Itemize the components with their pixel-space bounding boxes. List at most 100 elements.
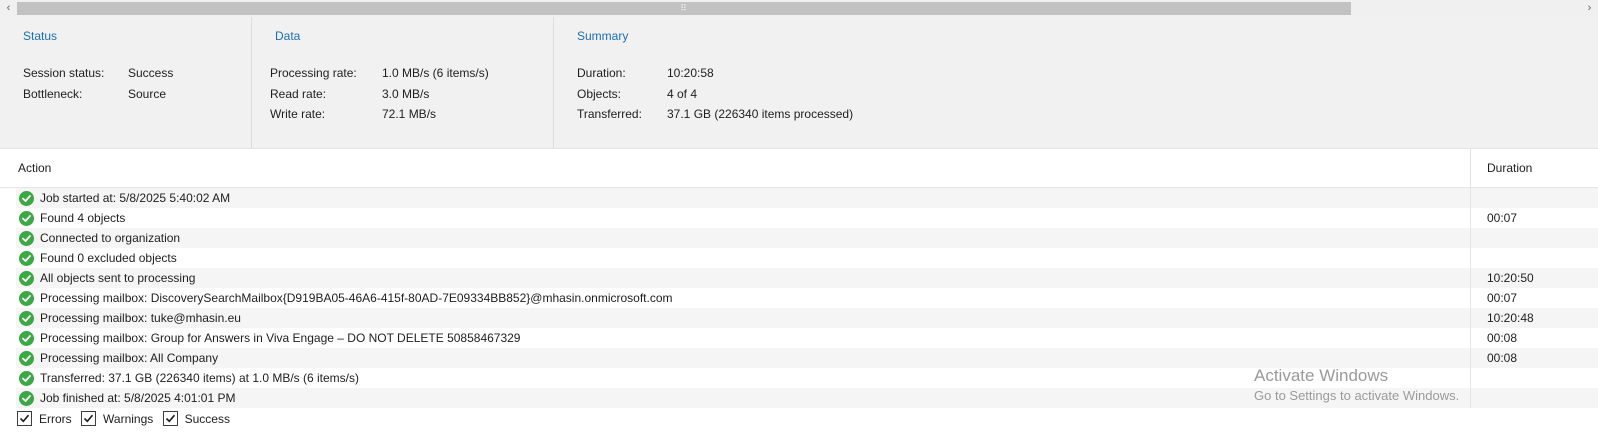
summary-heading: Summary: [577, 29, 629, 43]
table-row[interactable]: Found 4 objects 00:07: [16, 208, 1598, 228]
success-check-icon: [19, 291, 34, 306]
checkmark-icon: [19, 414, 30, 423]
row-column-divider: [1470, 208, 1471, 228]
success-check-icon: [19, 271, 34, 286]
processing-rate-row: Processing rate: 1.0 MB/s (6 items/s): [270, 63, 550, 83]
write-rate-value: 72.1 MB/s: [382, 107, 437, 121]
table-row[interactable]: Found 0 excluded objects: [16, 248, 1598, 268]
row-action-text: Found 4 objects: [40, 211, 126, 225]
objects-value: 4 of 4: [667, 87, 698, 101]
scroll-right-arrow-icon[interactable]: ›: [1581, 0, 1598, 17]
row-column-divider: [1470, 368, 1471, 388]
column-header-action[interactable]: Action: [18, 161, 51, 175]
table-row[interactable]: Processing mailbox: Group for Answers in…: [16, 328, 1598, 348]
status-section: Status Session status: Success Bottlenec…: [0, 17, 252, 148]
data-heading: Data: [275, 29, 301, 43]
row-action-text: Processing mailbox: Group for Answers in…: [40, 331, 521, 345]
row-duration-text: 00:07: [1487, 211, 1518, 225]
row-column-divider: [1470, 388, 1471, 408]
status-heading: Status: [23, 29, 58, 43]
row-column-divider: [1470, 248, 1471, 268]
transferred-value: 37.1 GB (226340 items processed): [667, 107, 854, 121]
errors-checkbox[interactable]: [17, 411, 32, 426]
scroll-left-arrow-icon[interactable]: ‹: [0, 0, 17, 17]
row-column-divider: [1470, 188, 1471, 208]
column-divider[interactable]: [1470, 149, 1471, 189]
row-action-text: Job finished at: 5/8/2025 4:01:01 PM: [40, 391, 236, 405]
watermark-title: Activate Windows: [1254, 366, 1389, 385]
success-label: Success: [184, 412, 230, 426]
write-rate-label: Write rate:: [270, 107, 326, 121]
table-row[interactable]: Processing mailbox: tuke@mhasin.eu 10:20:…: [16, 308, 1598, 328]
row-column-divider: [1470, 288, 1471, 308]
transferred-label: Transferred:: [577, 107, 642, 121]
row-duration-text: 00:08: [1487, 351, 1518, 365]
session-status-value: Success: [128, 66, 174, 80]
row-column-divider: [1470, 348, 1471, 368]
success-check-icon: [19, 231, 34, 246]
success-check-icon: [19, 211, 34, 226]
row-duration-text: 10:20:48: [1487, 311, 1534, 325]
session-status-row: Session status: Success: [23, 63, 243, 83]
write-rate-row: Write rate: 72.1 MB/s: [270, 104, 550, 124]
success-check-icon: [19, 331, 34, 346]
warnings-filter[interactable]: Warnings: [81, 410, 153, 428]
success-check-icon: [19, 311, 34, 326]
table-row[interactable]: Connected to organization: [16, 228, 1598, 248]
row-action-text: Processing mailbox: DiscoverySearchMailb…: [40, 291, 673, 305]
success-check-icon: [19, 251, 34, 266]
activate-windows-watermark: Activate Windows Go to Settings to activ…: [1254, 366, 1459, 405]
row-action-text: Found 0 excluded objects: [40, 251, 177, 265]
success-filter[interactable]: Success: [162, 410, 230, 428]
summary-section: Summary Duration: 10:20:58 Objects: 4 of…: [554, 17, 1598, 148]
checkmark-icon: [83, 414, 94, 423]
table-row[interactable]: All objects sent to processing 10:20:50: [16, 268, 1598, 288]
session-status-label: Session status:: [23, 66, 105, 80]
success-check-icon: [19, 191, 34, 206]
log-filters: Errors Warnings Success: [17, 410, 236, 428]
table-row[interactable]: Processing mailbox: All Company 00:08: [16, 348, 1598, 368]
row-action-text: Processing mailbox: tuke@mhasin.eu: [40, 311, 241, 325]
objects-row: Objects: 4 of 4: [577, 84, 977, 104]
watermark-subtitle: Go to Settings to activate Windows.: [1254, 388, 1460, 403]
success-checkbox[interactable]: [162, 411, 178, 426]
warnings-label: Warnings: [103, 412, 154, 426]
row-duration-text: 10:20:50: [1487, 271, 1534, 285]
row-duration-text: 00:08: [1487, 331, 1518, 345]
row-column-divider: [1470, 268, 1471, 288]
success-check-icon: [19, 351, 34, 366]
duration-label: Duration:: [577, 66, 626, 80]
row-column-divider: [1470, 328, 1471, 348]
grip-icon: ⠿: [680, 3, 688, 13]
data-section: Data Processing rate: 1.0 MB/s (6 items/…: [252, 17, 554, 148]
transferred-row: Transferred: 37.1 GB (226340 items proce…: [577, 104, 977, 124]
row-action-text: Transferred: 37.1 GB (226340 items) at 1…: [40, 371, 360, 385]
warnings-checkbox[interactable]: [81, 411, 97, 426]
bottleneck-label: Bottleneck:: [23, 87, 83, 101]
checkmark-icon: [165, 414, 175, 423]
scrollbar-thumb[interactable]: ⠿: [17, 2, 1351, 15]
success-check-icon: [19, 391, 34, 406]
bottleneck-value: Source: [128, 87, 167, 101]
read-rate-label: Read rate:: [270, 87, 327, 101]
table-header: Action Duration: [0, 148, 1598, 189]
column-header-duration[interactable]: Duration: [1487, 161, 1532, 175]
errors-filter[interactable]: Errors: [17, 410, 72, 428]
objects-label: Objects:: [577, 87, 622, 101]
row-column-divider: [1470, 308, 1471, 328]
row-action-text: All objects sent to processing: [40, 271, 196, 285]
read-rate-value: 3.0 MB/s: [382, 87, 430, 101]
session-stats-panel: Status Session status: Success Bottlenec…: [0, 17, 1598, 148]
horizontal-scrollbar[interactable]: ‹ ⠿ ›: [0, 0, 1598, 17]
row-column-divider: [1470, 228, 1471, 248]
duration-row: Duration: 10:20:58: [577, 63, 977, 83]
errors-label: Errors: [39, 412, 72, 426]
processing-rate-label: Processing rate:: [270, 66, 357, 80]
row-action-text: Connected to organization: [40, 231, 181, 245]
row-duration-text: 00:07: [1487, 291, 1518, 305]
table-row[interactable]: Processing mailbox: DiscoverySearchMailb…: [16, 288, 1598, 308]
row-action-text: Job started at: 5/8/2025 5:40:02 AM: [40, 191, 231, 205]
processing-rate-value: 1.0 MB/s (6 items/s): [382, 66, 489, 80]
read-rate-row: Read rate: 3.0 MB/s: [270, 84, 550, 104]
table-row[interactable]: Job started at: 5/8/2025 5:40:02 AM: [16, 188, 1598, 208]
